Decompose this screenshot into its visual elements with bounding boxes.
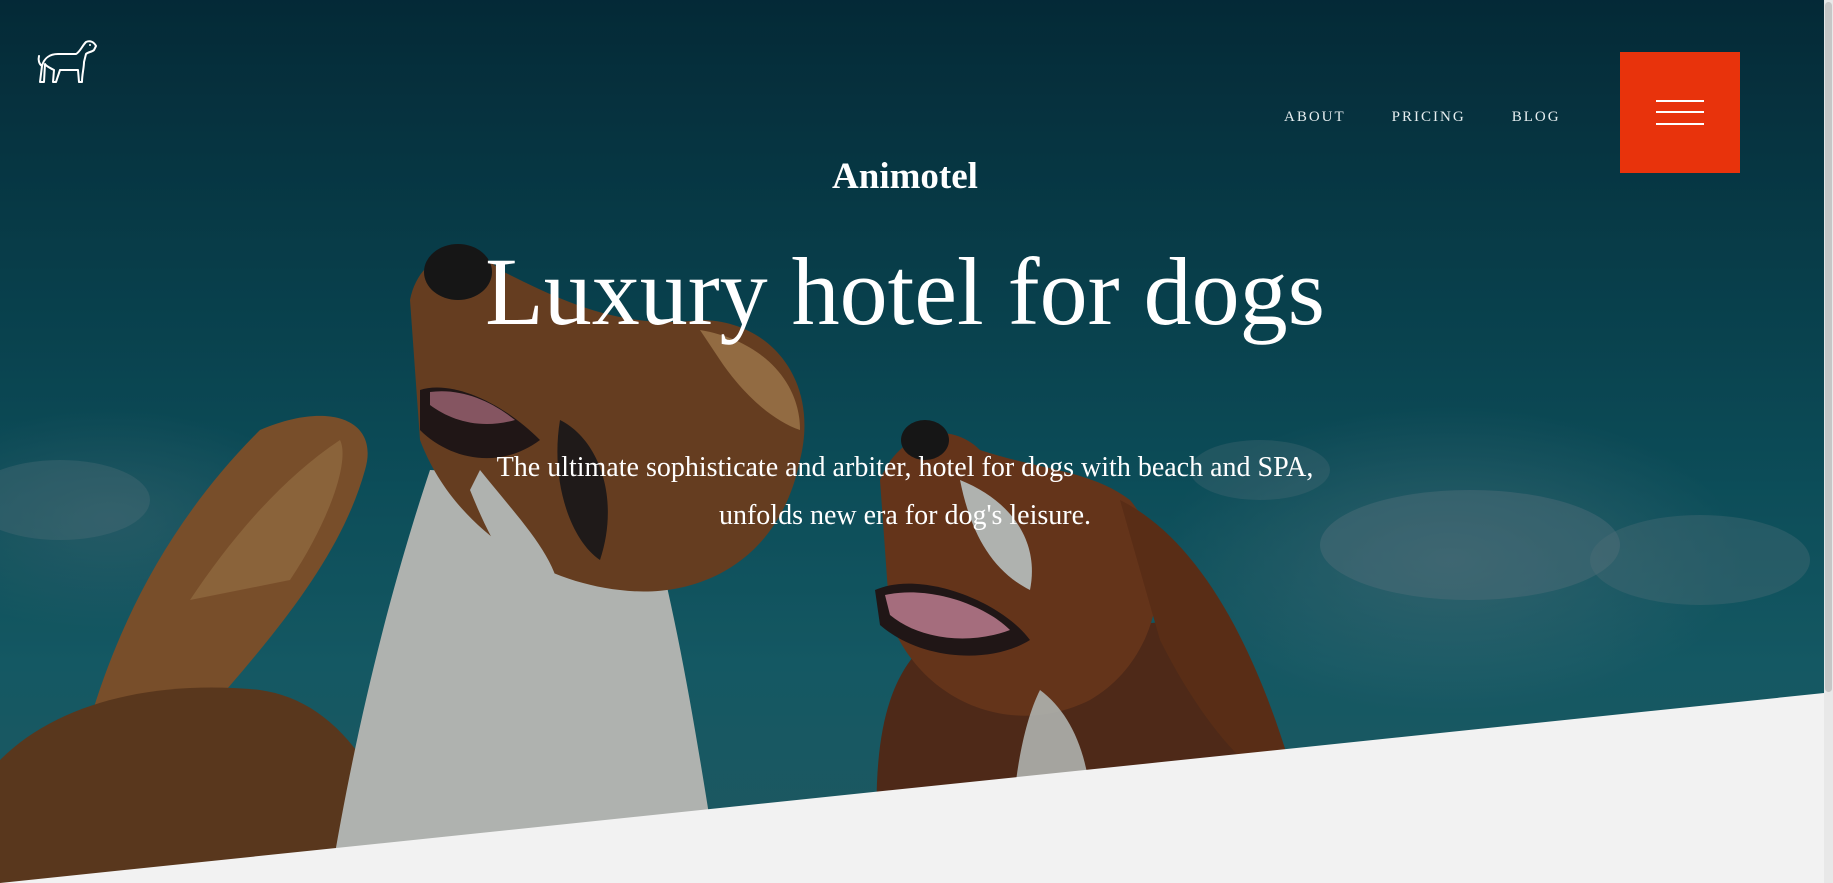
nav-link-blog[interactable]: BLOG xyxy=(1512,107,1561,127)
main-nav: ABOUT PRICING BLOG xyxy=(1284,107,1607,127)
nav-link-about[interactable]: ABOUT xyxy=(1284,107,1346,127)
menu-line xyxy=(1656,123,1704,125)
scrollbar[interactable] xyxy=(1824,0,1833,883)
brand-name: Animotel xyxy=(832,156,978,197)
menu-line xyxy=(1656,111,1704,113)
menu-line xyxy=(1656,100,1704,102)
nav-link-pricing[interactable]: PRICING xyxy=(1392,107,1466,127)
scrollbar-thumb[interactable] xyxy=(1825,2,1832,692)
section-divider xyxy=(0,693,1833,883)
dog-icon xyxy=(37,40,97,83)
logo[interactable] xyxy=(36,38,98,88)
hero-title: Luxury hotel for dogs xyxy=(485,238,1325,345)
hero-description: The ultimate sophisticate and arbiter, h… xyxy=(496,452,1314,531)
